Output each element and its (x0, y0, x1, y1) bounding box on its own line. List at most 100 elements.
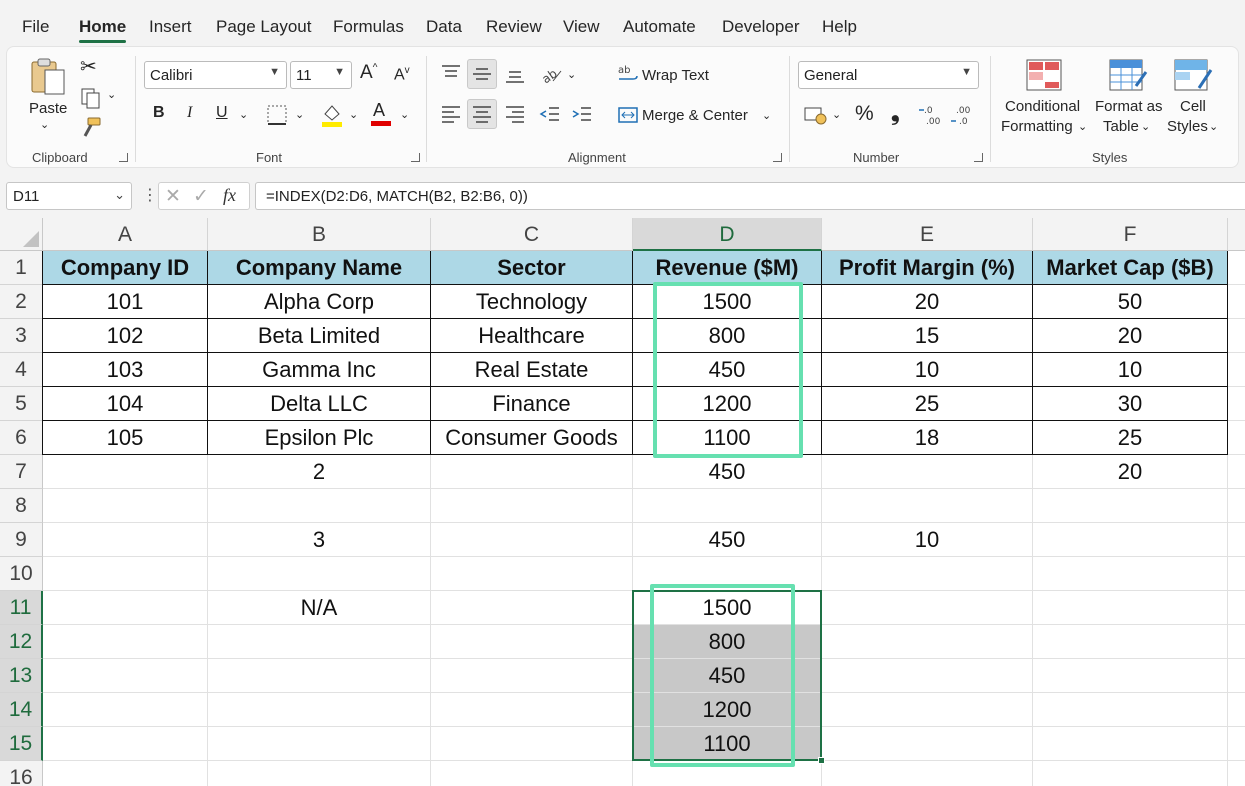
cell-g7[interactable] (1228, 455, 1245, 489)
menu-automate[interactable]: Automate (623, 17, 696, 37)
column-header-g[interactable] (1228, 218, 1245, 251)
underline-chevron-down-icon[interactable]: ⌄ (239, 108, 248, 121)
middle-align-icon[interactable] (471, 63, 493, 85)
cell-b16[interactable] (208, 761, 431, 786)
cell-f13[interactable] (1033, 659, 1228, 693)
cell-c8[interactable] (431, 489, 633, 523)
cell-b9[interactable]: 3 (208, 523, 431, 557)
cell-a3[interactable]: 102 (43, 319, 208, 353)
cell-f14[interactable] (1033, 693, 1228, 727)
cancel-icon[interactable]: ✕ (165, 185, 181, 208)
bold-button[interactable]: B (153, 104, 165, 122)
row-header-6[interactable]: 6 (0, 421, 43, 455)
cell-d9[interactable]: 450 (633, 523, 822, 557)
cell-d5[interactable]: 1200 (633, 387, 822, 421)
cell-c7[interactable] (431, 455, 633, 489)
menu-home[interactable]: Home (79, 17, 126, 37)
percent-button[interactable]: % (855, 102, 874, 126)
row-header-8[interactable]: 8 (0, 489, 43, 523)
cell-f5[interactable]: 30 (1033, 387, 1228, 421)
decrease-font-size-icon[interactable]: Av (394, 65, 410, 84)
font-name-select[interactable]: Calibri ▼ (144, 61, 287, 89)
paste-chevron-down-icon[interactable]: ⌄ (40, 118, 49, 131)
italic-button[interactable]: I (187, 104, 192, 122)
cell-d14[interactable]: 1200 (633, 693, 822, 727)
merge-center-icon[interactable] (617, 104, 639, 126)
menu-page-layout[interactable]: Page Layout (216, 17, 311, 37)
font-color-icon[interactable]: A (373, 100, 385, 121)
row-header-12[interactable]: 12 (0, 625, 43, 659)
cell-b13[interactable] (208, 659, 431, 693)
conditional-chevron-down-icon[interactable]: ⌄ (1078, 120, 1087, 133)
menu-review[interactable]: Review (486, 17, 542, 37)
header-cell[interactable]: Sector (431, 251, 633, 285)
cell-b15[interactable] (208, 727, 431, 761)
row-header-5[interactable]: 5 (0, 387, 43, 421)
header-cell[interactable]: Company Name (208, 251, 431, 285)
row-header-13[interactable]: 13 (0, 659, 43, 693)
row-header-4[interactable]: 4 (0, 353, 43, 387)
cell-d10[interactable] (633, 557, 822, 591)
cell-g11[interactable] (1228, 591, 1245, 625)
row-header-2[interactable]: 2 (0, 285, 43, 319)
name-box[interactable]: D11 ⌄ (6, 182, 132, 210)
header-cell[interactable]: Company ID (43, 251, 208, 285)
borders-chevron-down-icon[interactable]: ⌄ (295, 108, 304, 121)
font-size-select[interactable]: 11 ▼ (290, 61, 352, 89)
menu-view[interactable]: View (563, 17, 600, 37)
cell-d4[interactable]: 450 (633, 353, 822, 387)
row-header-14[interactable]: 14 (0, 693, 43, 727)
format-as-table-chevron-down-icon[interactable]: ⌄ (1141, 120, 1150, 133)
cell-e9[interactable]: 10 (822, 523, 1033, 557)
cell-e13[interactable] (822, 659, 1033, 693)
row-header-3[interactable]: 3 (0, 319, 43, 353)
font-launcher-icon[interactable] (411, 153, 420, 162)
cell-f11[interactable] (1033, 591, 1228, 625)
number-launcher-icon[interactable] (974, 153, 983, 162)
cut-icon[interactable]: ✂ (80, 54, 97, 79)
cell-c13[interactable] (431, 659, 633, 693)
cell-e5[interactable]: 25 (822, 387, 1033, 421)
cell-e7[interactable] (822, 455, 1033, 489)
cell-g9[interactable] (1228, 523, 1245, 557)
cell-g13[interactable] (1228, 659, 1245, 693)
cell-a15[interactable] (43, 727, 208, 761)
menu-formulas[interactable]: Formulas (333, 17, 404, 37)
cell-styles-chevron-down-icon[interactable]: ⌄ (1209, 120, 1218, 133)
increase-indent-icon[interactable] (571, 103, 593, 125)
number-format-select[interactable]: General ▼ (798, 61, 979, 89)
merge-chevron-down-icon[interactable]: ⌄ (762, 109, 771, 122)
cell-c12[interactable] (431, 625, 633, 659)
align-left-icon[interactable] (440, 103, 462, 125)
merge-center-button[interactable]: Merge & Center (642, 107, 748, 124)
font-color-chevron-down-icon[interactable]: ⌄ (400, 108, 409, 121)
column-header-c[interactable]: C (431, 218, 633, 251)
align-right-icon[interactable] (504, 103, 526, 125)
cell-b12[interactable] (208, 625, 431, 659)
cell-styles-label-2[interactable]: Styles (1167, 118, 1208, 135)
cell-d2[interactable]: 1500 (633, 285, 822, 319)
borders-icon[interactable] (266, 104, 288, 126)
cell-g15[interactable] (1228, 727, 1245, 761)
format-as-table-label-1[interactable]: Format as (1095, 98, 1163, 115)
select-all-corner[interactable] (0, 218, 43, 251)
menu-file[interactable]: File (22, 17, 49, 37)
cell-b8[interactable] (208, 489, 431, 523)
cell-b14[interactable] (208, 693, 431, 727)
format-painter-icon[interactable] (79, 116, 103, 140)
cell-a12[interactable] (43, 625, 208, 659)
cell-styles-label-1[interactable]: Cell (1180, 98, 1206, 115)
cell-f8[interactable] (1033, 489, 1228, 523)
top-align-icon[interactable] (440, 62, 462, 84)
cell-g8[interactable] (1228, 489, 1245, 523)
format-as-table-label-2[interactable]: Table (1103, 118, 1139, 135)
cell-a11[interactable] (43, 591, 208, 625)
column-header-d[interactable]: D (633, 218, 822, 251)
alignment-launcher-icon[interactable] (773, 153, 782, 162)
cell-f2[interactable]: 50 (1033, 285, 1228, 319)
cell-styles-icon[interactable] (1173, 58, 1213, 94)
cell-f3[interactable]: 20 (1033, 319, 1228, 353)
cell-g5[interactable] (1228, 387, 1245, 421)
cell-e10[interactable] (822, 557, 1033, 591)
fill-color-chevron-down-icon[interactable]: ⌄ (349, 108, 358, 121)
